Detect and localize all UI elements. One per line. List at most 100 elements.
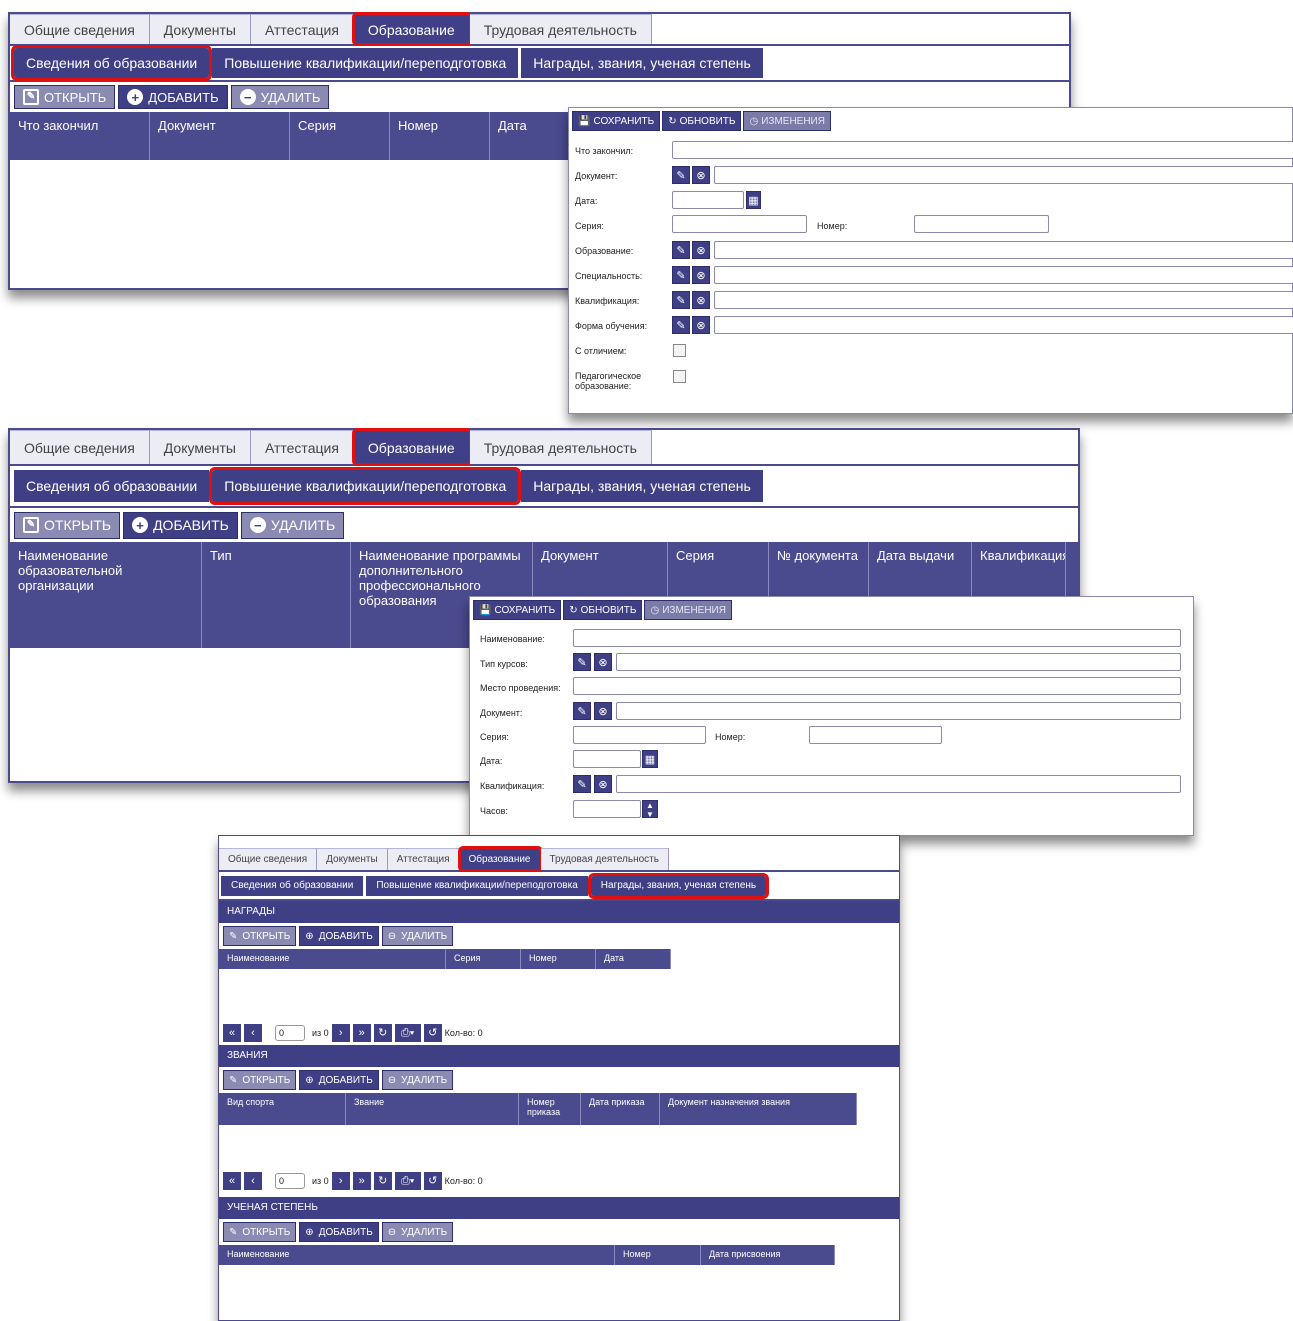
document-clear-button[interactable]: ⊗ bbox=[692, 166, 710, 184]
pedagogical-checkbox[interactable] bbox=[673, 370, 686, 383]
series-input-2[interactable] bbox=[573, 726, 706, 744]
degree-col-number[interactable]: Номер bbox=[615, 1245, 701, 1265]
titles-col-sport[interactable]: Вид спорта bbox=[219, 1093, 346, 1125]
hours-input[interactable] bbox=[573, 800, 641, 818]
print-icon[interactable]: ⎙▾ bbox=[394, 1172, 421, 1190]
subtab-education-info-2[interactable]: Сведения об образовании bbox=[14, 470, 210, 502]
refresh-icon[interactable]: ↻ bbox=[373, 1172, 392, 1190]
spinner-icon[interactable]: ▲ ▼ bbox=[642, 800, 658, 819]
first-page-icon[interactable]: « bbox=[223, 1024, 241, 1042]
qualification-input[interactable] bbox=[714, 291, 1293, 309]
document-clear-button-2[interactable]: ⊗ bbox=[594, 702, 612, 720]
next-page-icon[interactable]: › bbox=[331, 1172, 350, 1190]
awards-col-number[interactable]: Номер bbox=[521, 949, 596, 969]
awards-open-button[interactable]: ✎ ОТКРЫТЬ bbox=[223, 926, 297, 946]
specialty-clear-button[interactable]: ⊗ bbox=[692, 266, 710, 284]
open-button[interactable]: ✎ ОТКРЫТЬ bbox=[14, 85, 116, 109]
last-page-icon[interactable]: » bbox=[352, 1024, 371, 1042]
qualification-clear-button-2[interactable]: ⊗ bbox=[594, 775, 612, 793]
next-page-icon[interactable]: › bbox=[331, 1024, 350, 1042]
last-page-icon[interactable]: » bbox=[352, 1172, 371, 1190]
awards-col-date[interactable]: Дата bbox=[596, 949, 671, 969]
add-button-2[interactable]: + ДОБАВИТЬ bbox=[123, 511, 238, 539]
reset-icon[interactable]: ↺ bbox=[423, 1172, 442, 1190]
tab-documents[interactable]: Документы bbox=[149, 14, 251, 44]
degree-add-button[interactable]: ⊕ ДОБАВИТЬ bbox=[299, 1222, 379, 1242]
specialty-input[interactable] bbox=[714, 266, 1293, 284]
first-page-icon[interactable]: « bbox=[223, 1172, 241, 1190]
specialty-edit-button[interactable]: ✎ bbox=[672, 266, 690, 284]
changes-button-2[interactable]: ◷ ИЗМЕНЕНИЯ bbox=[644, 600, 732, 620]
date-input[interactable] bbox=[672, 191, 744, 209]
print-icon[interactable]: ⎙▾ bbox=[394, 1024, 421, 1042]
titles-col-doc[interactable]: Документ назначения звания bbox=[660, 1093, 857, 1125]
calendar-icon[interactable]: ▦ bbox=[642, 750, 658, 768]
subtab-qualification-2[interactable]: Повышение квалификации/переподготовка bbox=[209, 467, 522, 505]
save-button-2[interactable]: 💾 СОХРАНИТЬ bbox=[473, 600, 562, 620]
document-input[interactable] bbox=[714, 166, 1293, 184]
save-button[interactable]: 💾 СОХРАНИТЬ bbox=[572, 111, 661, 131]
col-number[interactable]: Номер bbox=[390, 112, 490, 160]
refresh-button-2[interactable]: ↻ ОБНОВИТЬ bbox=[563, 600, 643, 620]
prev-page-icon[interactable]: ‹ bbox=[244, 1172, 262, 1190]
finished-input[interactable] bbox=[672, 141, 1293, 159]
col-series[interactable]: Серия bbox=[290, 112, 390, 160]
degree-open-button[interactable]: ✎ ОТКРЫТЬ bbox=[223, 1222, 297, 1242]
tab-documents-2[interactable]: Документы bbox=[149, 430, 251, 464]
tab-attestation[interactable]: Аттестация bbox=[250, 14, 354, 44]
degree-delete-button[interactable]: ⊖ УДАЛИТЬ bbox=[381, 1222, 454, 1242]
course-type-input[interactable] bbox=[616, 653, 1181, 671]
tab-documents-3[interactable]: Документы bbox=[317, 848, 388, 870]
date-input-2[interactable] bbox=[573, 750, 641, 768]
delete-button[interactable]: − УДАЛИТЬ bbox=[230, 85, 330, 109]
tab-education[interactable]: Образование bbox=[351, 12, 472, 46]
calendar-icon[interactable]: ▦ bbox=[746, 191, 761, 209]
subtab-awards-2[interactable]: Награды, звания, ученая степень bbox=[521, 470, 763, 502]
tab-education-2[interactable]: Образование bbox=[351, 428, 472, 466]
changes-button[interactable]: ◷ ИЗМЕНЕНИЯ bbox=[743, 111, 831, 131]
document-edit-button[interactable]: ✎ bbox=[672, 166, 690, 184]
qualification-edit-button-2[interactable]: ✎ bbox=[573, 775, 591, 793]
document-edit-button-2[interactable]: ✎ bbox=[573, 702, 591, 720]
refresh-icon[interactable]: ↻ bbox=[373, 1024, 392, 1042]
tab-general-2[interactable]: Общие сведения bbox=[10, 430, 150, 464]
tab-general[interactable]: Общие сведения bbox=[10, 14, 150, 44]
qualification-edit-button[interactable]: ✎ bbox=[672, 291, 690, 309]
awards-col-name[interactable]: Наименование bbox=[219, 949, 446, 969]
series-input[interactable] bbox=[672, 215, 807, 233]
reset-icon[interactable]: ↺ bbox=[423, 1024, 442, 1042]
name-input[interactable] bbox=[573, 629, 1181, 647]
number-input-2[interactable] bbox=[809, 726, 942, 744]
awards-delete-button[interactable]: ⊖ УДАЛИТЬ bbox=[381, 926, 454, 946]
awards-page-input[interactable]: 0 bbox=[275, 1025, 305, 1041]
titles-open-button[interactable]: ✎ ОТКРЫТЬ bbox=[223, 1070, 297, 1090]
subtab-awards-3[interactable]: Награды, звания, ученая степень bbox=[587, 872, 770, 899]
titles-col-title[interactable]: Звание bbox=[346, 1093, 519, 1125]
place-input[interactable] bbox=[573, 677, 1181, 695]
qualification-clear-button[interactable]: ⊗ bbox=[692, 291, 710, 309]
tab-attestation-3[interactable]: Аттестация bbox=[387, 848, 460, 870]
subtab-education-info-3[interactable]: Сведения об образовании bbox=[221, 875, 364, 896]
add-button[interactable]: + ДОБАВИТЬ bbox=[118, 85, 228, 109]
subtab-education-info[interactable]: Сведения об образовании bbox=[10, 45, 213, 81]
degree-col-name[interactable]: Наименование bbox=[219, 1245, 615, 1265]
tab-work[interactable]: Трудовая деятельность bbox=[469, 14, 652, 44]
education-clear-button[interactable]: ⊗ bbox=[692, 241, 710, 259]
prev-page-icon[interactable]: ‹ bbox=[244, 1024, 262, 1042]
education-input[interactable] bbox=[714, 241, 1293, 259]
col-org[interactable]: Наименование образовательной организации bbox=[10, 542, 202, 648]
awards-col-series[interactable]: Серия bbox=[446, 949, 521, 969]
tab-general-3[interactable]: Общие сведения bbox=[219, 848, 318, 870]
col-finished[interactable]: Что закончил bbox=[10, 112, 150, 160]
tab-education-3[interactable]: Образование bbox=[457, 846, 543, 872]
course-type-edit-button[interactable]: ✎ bbox=[573, 653, 591, 671]
titles-add-button[interactable]: ⊕ ДОБАВИТЬ bbox=[299, 1070, 379, 1090]
study-form-clear-button[interactable]: ⊗ bbox=[692, 316, 710, 334]
subtab-awards[interactable]: Награды, звания, ученая степень bbox=[521, 48, 763, 78]
tab-work-3[interactable]: Трудовая деятельность bbox=[540, 848, 669, 870]
delete-button-2[interactable]: − УДАЛИТЬ bbox=[240, 511, 345, 539]
titles-delete-button[interactable]: ⊖ УДАЛИТЬ bbox=[381, 1070, 454, 1090]
qualification-input-2[interactable] bbox=[616, 775, 1181, 793]
refresh-button[interactable]: ↻ ОБНОВИТЬ bbox=[662, 111, 742, 131]
open-button-2[interactable]: ✎ ОТКРЫТЬ bbox=[14, 511, 121, 539]
